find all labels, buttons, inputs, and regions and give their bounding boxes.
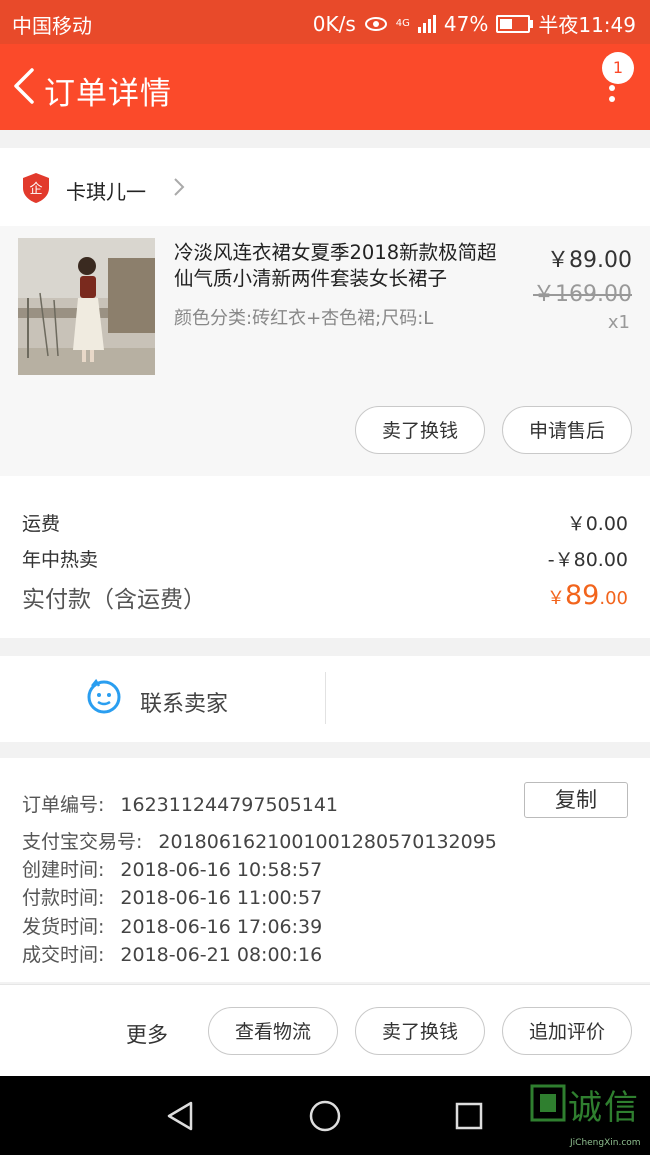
paid-time-label: 付款时间: (22, 887, 105, 909)
discount-label: 年中热卖 (22, 549, 99, 571)
total-decimal: .00 (599, 588, 628, 609)
alipay-trade-label: 支付宝交易号: (22, 831, 143, 853)
alipay-trade-value: 2018061621001001280570132095 (158, 831, 497, 853)
total-row: 实付款（含运费） ￥89.00 (22, 580, 628, 614)
shipping-row: 运费 ￥0.00 (22, 509, 628, 536)
shipped-time-label: 发货时间: (22, 916, 105, 938)
shipping-label: 运费 (22, 513, 61, 535)
signal-icon (417, 14, 436, 33)
total-value: ￥89.00 (547, 580, 628, 611)
shop-name[interactable]: 卡琪儿一 (66, 176, 146, 205)
clock: 半夜11:49 (538, 13, 636, 37)
shipped-time-value: 2018-06-16 17:06:39 (120, 916, 323, 938)
copy-button[interactable]: 复制 (524, 782, 628, 818)
more-button[interactable]: 更多 (126, 1019, 168, 1049)
completed-time-value: 2018-06-21 08:00:16 (120, 944, 323, 966)
total-currency: ￥ (547, 588, 565, 609)
order-number-value: 162311244797505141 (120, 794, 338, 816)
created-time-label: 创建时间: (22, 859, 105, 881)
alipay-trade-row: 支付宝交易号: 2018061621001001280570132095 (22, 827, 497, 854)
back-triangle-icon[interactable] (165, 1100, 195, 1132)
shop-badge-icon: 企 (23, 173, 49, 203)
recent-apps-icon[interactable] (454, 1101, 484, 1131)
chat-face-icon[interactable] (86, 678, 122, 714)
total-label: 实付款（含运费） (22, 587, 206, 613)
battery-percent: 47% (443, 11, 489, 36)
header-bar: 订单详情 1 (0, 44, 650, 130)
page-title: 订单详情 (44, 76, 172, 112)
product-quantity: x1 (607, 312, 630, 333)
add-review-button[interactable]: 追加评价 (502, 1007, 632, 1055)
fee-summary: 运费 ￥0.00 年中热卖 -￥80.00 实付款（含运费） ￥89.00 (0, 476, 650, 638)
product-original-price: ￥169.00 (533, 282, 632, 307)
watermark-text: 诚信 (568, 1088, 640, 1128)
contact-seller-button[interactable]: 联系卖家 (140, 686, 228, 718)
completed-time-row: 成交时间: 2018-06-21 08:00:16 (22, 940, 322, 967)
product-thumbnail[interactable] (18, 238, 155, 375)
battery-icon (496, 14, 534, 33)
svg-text:企: 企 (29, 181, 42, 197)
order-item[interactable]: 冷淡风连衣裙女夏季2018新款极简超仙气质小清新两件套装女长裙子 颜色分类:砖红… (0, 226, 650, 476)
completed-time-label: 成交时间: (22, 944, 105, 966)
shop-row[interactable]: 企 卡琪儿一 (0, 148, 650, 226)
network-type: 4G (395, 18, 410, 29)
paid-time-row: 付款时间: 2018-06-16 11:00:57 (22, 883, 322, 910)
order-number-row: 订单编号: 162311244797505141 (22, 790, 338, 817)
carrier-name: 中国移动 (12, 14, 92, 38)
home-circle-icon[interactable] (308, 1099, 342, 1133)
watermark-seal-icon (530, 1084, 566, 1122)
created-time-row: 创建时间: 2018-06-16 10:58:57 (22, 855, 322, 882)
contact-divider (325, 672, 326, 724)
paid-time-value: 2018-06-16 11:00:57 (120, 887, 323, 909)
view-logistics-button[interactable]: 查看物流 (208, 1007, 338, 1055)
product-price: ￥89.00 (547, 248, 632, 273)
chevron-right-icon (174, 178, 185, 196)
discount-row: 年中热卖 -￥80.00 (22, 545, 628, 572)
message-badge: 1 (602, 52, 634, 84)
product-title[interactable]: 冷淡风连衣裙女夏季2018新款极简超仙气质小清新两件套装女长裙子 (174, 240, 514, 292)
discount-value: -￥80.00 (547, 549, 628, 571)
resell-button-bottom[interactable]: 卖了换钱 (355, 1007, 485, 1055)
product-spec: 颜色分类:砖红衣+杏色裙;尺码:L (174, 308, 434, 329)
total-integer: 89 (565, 580, 600, 611)
bottom-action-bar: 更多 查看物流 卖了换钱 追加评价 (0, 984, 650, 1077)
back-arrow-icon[interactable] (10, 66, 40, 106)
order-number-label: 订单编号: (22, 794, 105, 816)
watermark-url: JiChengXin.com (570, 1138, 641, 1148)
created-time-value: 2018-06-16 10:58:57 (120, 859, 323, 881)
status-bar: 中国移动 0K/s 4G 47% 半夜11:49 (0, 0, 650, 44)
watermark-logo: 诚信 JiChengXin.com (530, 1080, 642, 1152)
shipped-time-row: 发货时间: 2018-06-16 17:06:39 (22, 912, 322, 939)
eye-icon (364, 16, 387, 31)
order-info: 订单编号: 162311244797505141 复制 支付宝交易号: 201806… (0, 758, 650, 982)
contact-section: 联系卖家 (0, 656, 650, 742)
system-nav-bar: 诚信 JiChengXin.com (0, 1076, 650, 1155)
after-sales-button[interactable]: 申请售后 (502, 406, 632, 454)
shipping-value: ￥0.00 (566, 513, 628, 535)
resell-button[interactable]: 卖了换钱 (355, 406, 485, 454)
status-right: 0K/s 4G 47% 半夜11:49 (313, 9, 636, 38)
network-speed: 0K/s (312, 11, 356, 36)
